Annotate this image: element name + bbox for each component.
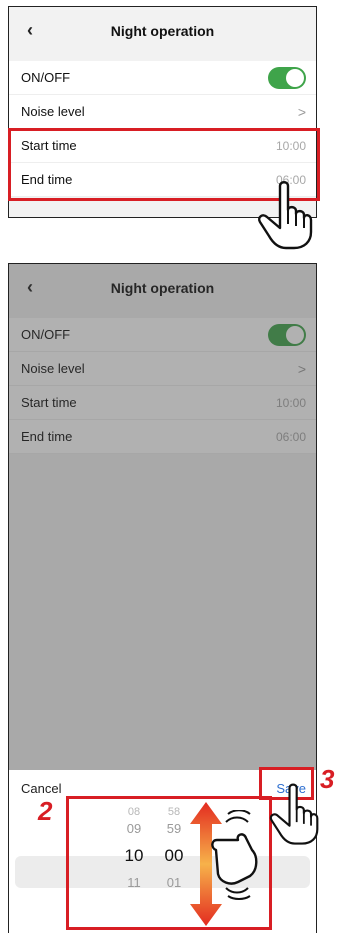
page-title: Night operation [110,23,215,39]
row-value: 10:00 [275,395,306,410]
hour-selected[interactable]: 10 [114,840,154,872]
row-label: End time [21,172,73,187]
row-label: End time [21,429,73,444]
back-button[interactable]: ‹ [19,276,41,298]
hour-option[interactable]: 11 [114,872,154,894]
title-bar: ‹ Night operation [9,264,316,312]
hour-option[interactable]: 09 [114,818,154,840]
row-onoff[interactable]: ON/OFF [9,318,316,352]
row-label: ON/OFF [21,327,71,342]
chevron-left-icon: ‹ [27,19,33,40]
title-bar: ‹ Night operation [9,7,316,55]
chevron-right-icon: > [297,360,306,377]
hour-wheel[interactable]: 08 09 10 11 [114,806,154,894]
row-label: Noise level [21,361,85,376]
toggle-knob [286,325,304,344]
page-title: Night operation [110,280,215,296]
onoff-toggle[interactable] [268,323,306,346]
settings-list: ON/OFF Noise level > Start time 10:00 En… [9,318,316,454]
step-number-3: 3 [320,764,335,794]
row-label: Noise level [21,104,85,119]
row-label: Start time [21,395,77,410]
swipe-hand-icon [211,810,258,900]
row-noise-level[interactable]: Noise level > [9,95,316,129]
chevron-left-icon: ‹ [27,276,33,297]
row-noise-level[interactable]: Noise level > [9,352,316,386]
row-label: ON/OFF [21,70,71,85]
row-end-time[interactable]: End time 06:00 [9,420,316,454]
back-button[interactable]: ‹ [19,19,41,41]
onoff-toggle[interactable] [268,66,306,89]
toggle-knob [286,68,304,87]
chevron-right-icon: > [297,103,306,120]
settings-list: ON/OFF Noise level > Start time 10:00 En… [9,61,316,197]
tap-hand-icon [258,181,313,250]
row-start-time[interactable]: Start time 10:00 [9,386,316,420]
row-start-time[interactable]: Start time 10:00 [9,129,316,163]
step-number-2: 2 [38,796,53,826]
row-label: Start time [21,138,77,153]
row-value: 10:00 [275,138,306,153]
cancel-button[interactable]: Cancel [21,781,61,796]
row-onoff[interactable]: ON/OFF [9,61,316,95]
tap-hand-icon [269,783,319,845]
hour-option[interactable]: 08 [114,806,154,818]
row-value: 06:00 [275,429,306,444]
